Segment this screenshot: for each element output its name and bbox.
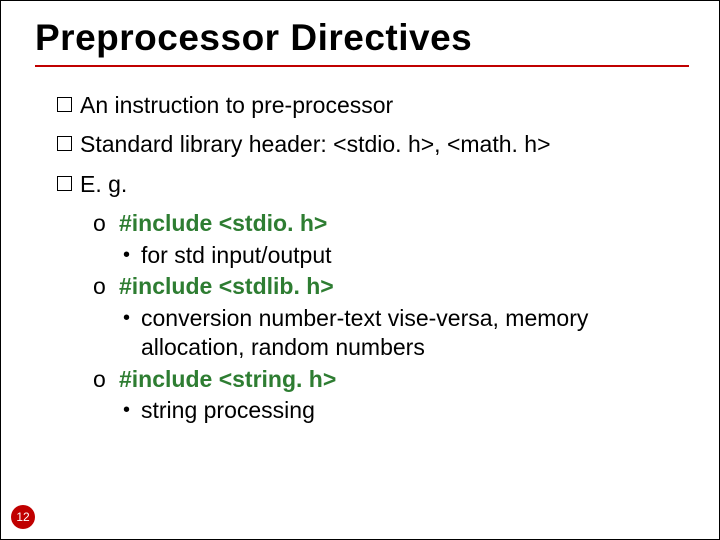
bullet-item: An instruction to pre-processor	[57, 91, 689, 120]
page-title: Preprocessor Directives	[35, 17, 689, 67]
circle-bullet-icon: o	[93, 365, 119, 394]
include-directive: #include <string. h>	[119, 365, 336, 394]
square-bullet-icon	[57, 176, 72, 191]
bullet-text: E. g.	[80, 170, 127, 199]
bullet-text: An instruction to pre-processor	[80, 91, 393, 120]
bullet-item: Standard library header: <stdio. h>, <ma…	[57, 130, 689, 159]
list-item: • for std input/output	[123, 241, 689, 270]
bullet-item: E. g.	[57, 170, 689, 199]
description-text: conversion number-text vise-versa, memor…	[141, 304, 659, 363]
list-item: • conversion number-text vise-versa, mem…	[123, 304, 689, 363]
dot-bullet-icon: •	[123, 396, 141, 424]
circle-bullet-icon: o	[93, 272, 119, 301]
sub-sub-list: • conversion number-text vise-versa, mem…	[123, 304, 689, 363]
list-item: • string processing	[123, 396, 689, 425]
description-text: string processing	[141, 396, 315, 425]
sub-list: o #include <stdlib. h>	[93, 272, 689, 301]
sub-sub-list: • string processing	[123, 396, 689, 425]
dot-bullet-icon: •	[123, 304, 141, 332]
bullet-text: Standard library header: <stdio. h>, <ma…	[80, 130, 551, 159]
page-number-badge: 12	[11, 505, 35, 529]
list-item: o #include <stdio. h>	[93, 209, 689, 238]
square-bullet-icon	[57, 97, 72, 112]
square-bullet-icon	[57, 136, 72, 151]
list-item: o #include <string. h>	[93, 365, 689, 394]
sub-list: o #include <string. h>	[93, 365, 689, 394]
include-directive: #include <stdio. h>	[119, 209, 327, 238]
list-item: o #include <stdlib. h>	[93, 272, 689, 301]
dot-bullet-icon: •	[123, 241, 141, 269]
sub-list: o #include <stdio. h>	[93, 209, 689, 238]
description-text: for std input/output	[141, 241, 332, 270]
include-directive: #include <stdlib. h>	[119, 272, 334, 301]
circle-bullet-icon: o	[93, 209, 119, 238]
sub-sub-list: • for std input/output	[123, 241, 689, 270]
slide: Preprocessor Directives An instruction t…	[0, 0, 720, 540]
